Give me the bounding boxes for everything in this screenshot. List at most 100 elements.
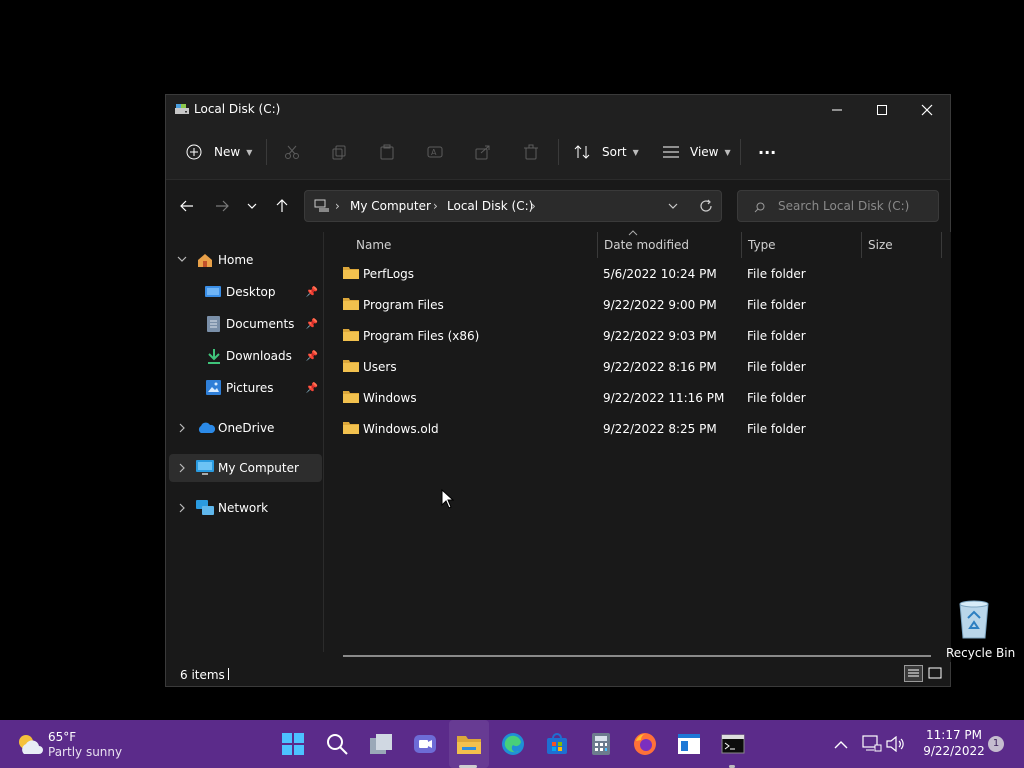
chevron-right-icon[interactable]: › <box>531 199 536 213</box>
sidebar-item-pictures[interactable]: Pictures 📌 <box>169 374 322 402</box>
view-icon <box>663 146 679 158</box>
table-row[interactable]: Users 9/22/2022 8:16 PM File folder <box>337 353 941 381</box>
new-button[interactable]: New ▼ <box>186 137 252 167</box>
volume-button[interactable] <box>884 729 908 759</box>
file-type: File folder <box>747 422 806 436</box>
maximize-icon <box>877 105 887 115</box>
pin-icon[interactable]: 📌 <box>306 383 318 394</box>
view-button[interactable]: View ▼ <box>662 137 731 167</box>
ethernet-icon <box>862 735 882 752</box>
firefox-button[interactable] <box>630 729 660 759</box>
terminal-icon <box>721 734 745 754</box>
column-divider[interactable] <box>941 232 942 258</box>
desktop-icon <box>205 286 221 297</box>
column-header-type[interactable]: Type <box>748 232 776 258</box>
chat-button[interactable] <box>410 729 440 759</box>
cut-button[interactable] <box>284 137 300 167</box>
sidebar-item-home[interactable]: Home <box>169 246 322 274</box>
more-options-button[interactable]: ··· <box>758 137 776 167</box>
column-header-size[interactable]: Size <box>868 232 893 258</box>
sidebar-item-desktop[interactable]: Desktop 📌 <box>169 278 322 306</box>
column-divider[interactable] <box>741 232 742 258</box>
search-icon <box>327 734 348 755</box>
column-divider[interactable] <box>861 232 862 258</box>
chevron-right-icon[interactable] <box>178 463 186 473</box>
file-type: File folder <box>747 329 806 343</box>
horizontal-scrollbar[interactable] <box>343 655 931 657</box>
weather-widget[interactable]: 65°F Partly sunny <box>14 728 124 762</box>
table-row[interactable]: Windows 9/22/2022 11:16 PM File folder <box>337 384 941 412</box>
search-input[interactable]: Search Local Disk (C:) <box>737 190 939 222</box>
minimize-button[interactable] <box>814 95 860 125</box>
start-button[interactable] <box>278 729 308 759</box>
address-bar[interactable]: › My Computer › Local Disk (C:) › <box>304 190 722 222</box>
divider <box>266 139 267 165</box>
pin-icon[interactable]: 📌 <box>306 319 318 330</box>
sidebar-item-my-computer[interactable]: My Computer <box>169 454 322 482</box>
notification-badge[interactable]: 1 <box>988 736 1004 752</box>
details-view-icon <box>908 669 919 677</box>
mouse-cursor-icon <box>441 489 454 509</box>
paste-button[interactable] <box>379 137 395 167</box>
file-explorer-taskbar-button[interactable] <box>454 729 484 759</box>
documents-icon <box>207 316 220 332</box>
recycle-bin-label: Recycle Bin <box>946 646 1016 660</box>
delete-button[interactable] <box>523 137 539 167</box>
pin-icon[interactable]: 📌 <box>306 351 318 362</box>
computer-icon <box>196 460 214 475</box>
breadcrumb-local-disk[interactable]: Local Disk (C:) <box>447 199 533 213</box>
share-button[interactable] <box>475 137 491 167</box>
copy-button[interactable] <box>331 137 347 167</box>
sort-button[interactable]: Sort ▼ <box>574 137 639 167</box>
search-button[interactable] <box>322 729 352 759</box>
table-row[interactable]: Windows.old 9/22/2022 8:25 PM File folde… <box>337 415 941 443</box>
maximize-button[interactable] <box>859 95 905 125</box>
store-button[interactable] <box>542 729 572 759</box>
notepad-button[interactable] <box>674 729 704 759</box>
show-hidden-icons-button[interactable] <box>830 729 852 759</box>
weather-temperature: 65°F <box>48 730 77 744</box>
network-status-button[interactable] <box>860 729 884 759</box>
file-name: Windows <box>363 391 417 405</box>
details-view-button[interactable] <box>904 665 923 682</box>
file-date: 9/22/2022 8:25 PM <box>603 422 717 436</box>
edge-button[interactable] <box>498 729 528 759</box>
recent-locations-button[interactable] <box>240 194 264 218</box>
chevron-right-icon[interactable] <box>178 503 186 513</box>
refresh-icon[interactable] <box>699 199 713 213</box>
downloads-icon <box>208 349 220 364</box>
column-divider[interactable] <box>597 232 598 258</box>
sidebar-item-label: Documents <box>226 317 295 331</box>
column-header-date[interactable]: Date modified <box>604 232 689 258</box>
close-button[interactable] <box>904 95 950 125</box>
rename-button[interactable]: A <box>427 137 443 167</box>
title-bar[interactable]: Local Disk (C:) <box>166 95 950 125</box>
column-header-name[interactable]: Name <box>356 232 391 258</box>
table-row[interactable]: PerfLogs 5/6/2022 10:24 PM File folder <box>337 260 941 288</box>
network-icon <box>196 500 214 515</box>
sidebar-item-label: Home <box>218 253 254 267</box>
chevron-down-icon: ▼ <box>246 147 253 157</box>
back-button[interactable] <box>175 194 199 218</box>
sidebar-item-downloads[interactable]: Downloads 📌 <box>169 342 322 370</box>
task-view-button[interactable] <box>366 729 396 759</box>
up-button[interactable] <box>270 194 294 218</box>
table-row[interactable]: Program Files (x86) 9/22/2022 9:03 PM Fi… <box>337 322 941 350</box>
chevron-down-icon[interactable] <box>177 255 187 263</box>
large-icons-view-button[interactable] <box>926 665 944 682</box>
sidebar-item-documents[interactable]: Documents 📌 <box>169 310 322 338</box>
pin-icon[interactable]: 📌 <box>306 287 318 298</box>
clock-button[interactable]: 11:17 PM 9/22/2022 <box>922 728 986 760</box>
chevron-right-icon[interactable] <box>178 423 186 433</box>
calculator-button[interactable] <box>586 729 616 759</box>
breadcrumb-my-computer[interactable]: My Computer <box>350 199 431 213</box>
sidebar-item-network[interactable]: Network <box>169 494 322 522</box>
terminal-button[interactable] <box>718 729 748 759</box>
sidebar-item-onedrive[interactable]: OneDrive <box>169 414 322 442</box>
window-title: Local Disk (C:) <box>194 102 281 116</box>
recycle-bin-shortcut[interactable]: Recycle Bin <box>946 596 1015 662</box>
table-row[interactable]: Program Files 9/22/2022 9:00 PM File fol… <box>337 291 941 319</box>
forward-button[interactable] <box>210 194 234 218</box>
file-explorer-icon <box>457 736 481 754</box>
chevron-down-icon[interactable] <box>668 202 678 210</box>
